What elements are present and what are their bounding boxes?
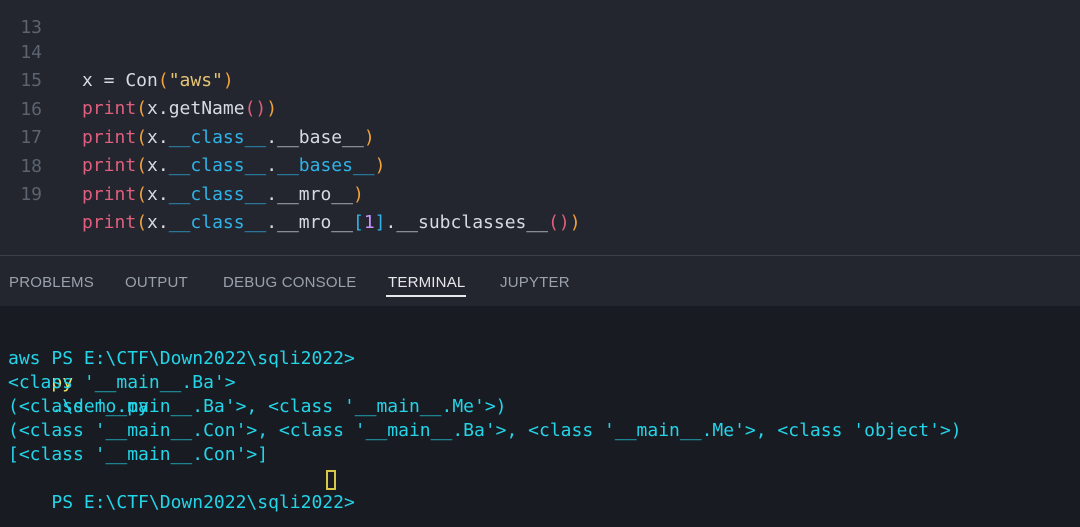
code-line: 14 x = Con("aws") — [0, 11, 1080, 91]
tab-terminal[interactable]: TERMINAL — [388, 274, 465, 291]
tab-debug-console[interactable]: DEBUG CONSOLE — [223, 274, 356, 291]
code-line: 17 print(x.__class__.__bases__) — [0, 96, 1080, 176]
code-editor[interactable]: 13 14 x = Con("aws") 15 print(x.getName(… — [0, 0, 1080, 255]
code-text: print(x.__class__.__mro__[1].__subclasse… — [82, 212, 581, 233]
terminal-output-line: <class '__main__.Ba'> — [8, 372, 236, 393]
terminal-cursor — [326, 470, 336, 490]
terminal-prompt: PS E:\CTF\Down2022\sqli2022> — [51, 492, 355, 513]
active-tab-indicator — [386, 295, 466, 297]
panel-tabs: PROBLEMS OUTPUT DEBUG CONSOLE TERMINAL J… — [0, 256, 1080, 306]
tab-problems[interactable]: PROBLEMS — [9, 274, 94, 291]
terminal-output-line: [<class '__main__.Con'>] — [8, 444, 269, 465]
code-text: print(x.__class__.__mro__) — [82, 184, 364, 205]
code-line: 16 print(x.__class__.__base__) — [0, 68, 1080, 148]
terminal-output-line: aws — [8, 348, 41, 369]
code-line: 19 print(x.__class__.__mro__[1].__subcla… — [0, 153, 1080, 233]
line-number: 19 — [20, 184, 42, 205]
terminal-panel[interactable]: PS E:\CTF\Down2022\sqli2022> py .\demo.p… — [0, 306, 1080, 527]
terminal-output-line: (<class '__main__.Ba'>, <class '__main__… — [8, 396, 507, 417]
terminal-output-line: (<class '__main__.Con'>, <class '__main_… — [8, 420, 962, 441]
code-line: 15 print(x.getName()) — [0, 39, 1080, 119]
code-line: 18 print(x.__class__.__mro__) — [0, 125, 1080, 205]
tab-jupyter[interactable]: JUPYTER — [500, 274, 570, 291]
terminal-prompt: PS E:\CTF\Down2022\sqli2022> — [51, 348, 355, 369]
tab-output[interactable]: OUTPUT — [125, 274, 188, 291]
terminal-prompt-line: PS E:\CTF\Down2022\sqli2022> — [8, 467, 355, 527]
